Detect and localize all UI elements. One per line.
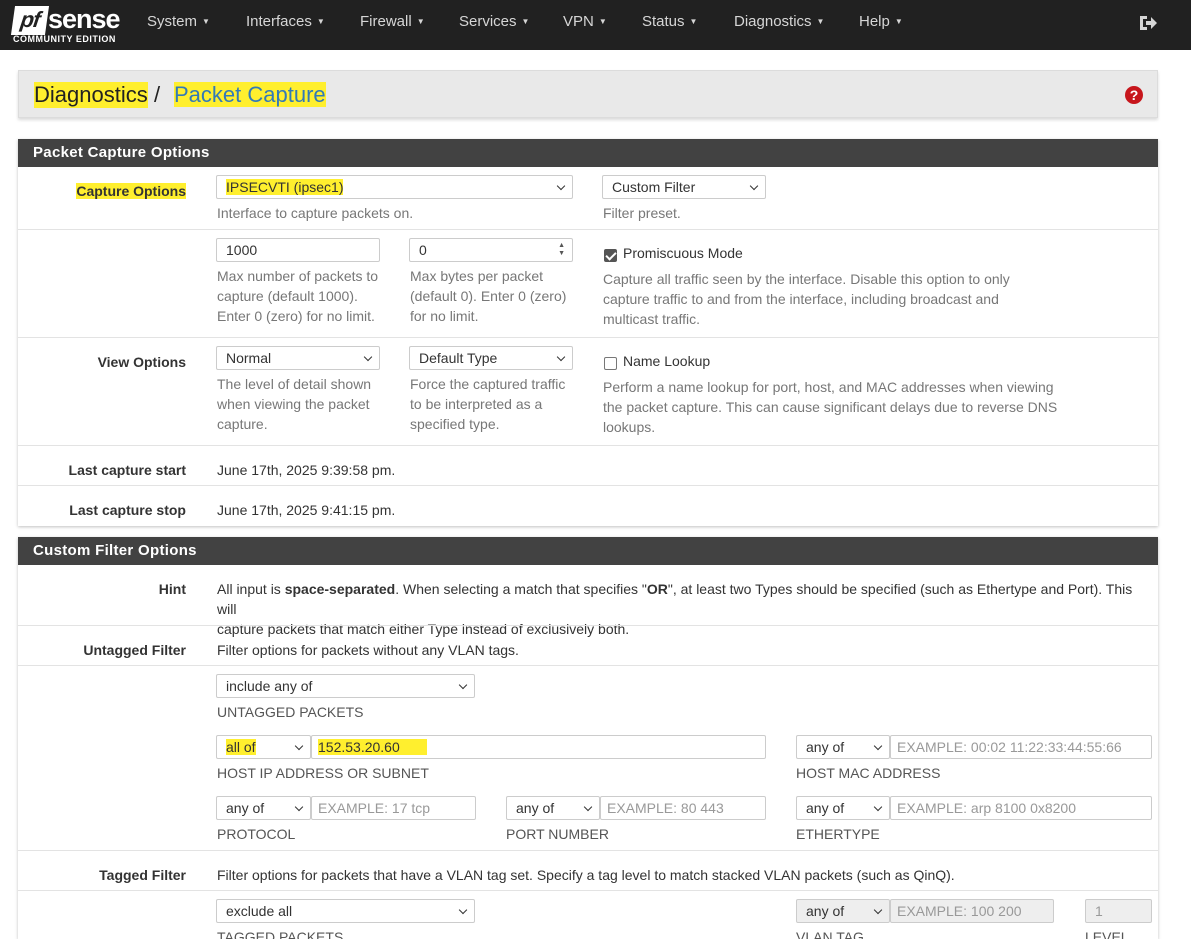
host-match-select[interactable]: all of (216, 735, 311, 759)
ethertype-input[interactable]: EXAMPLE: arp 8100 0x8200 (890, 796, 1152, 820)
ethertype-caption: ETHERTYPE (796, 826, 880, 842)
logo-edition: COMMUNITY EDITION (13, 34, 116, 44)
port-caption: PORT NUMBER (506, 826, 609, 842)
tagged-filter-row: Tagged Filter Filter options for packets… (18, 850, 1158, 890)
caret-down-icon: ▼ (416, 17, 425, 26)
nav-diagnostics[interactable]: Diagnostics ▼ (734, 0, 824, 50)
tagged-filter-help: Filter options for packets that have a V… (217, 867, 955, 883)
last-stop-value: June 17th, 2025 9:41:15 pm. (217, 502, 396, 518)
limits-row: 1000 Max number of packets to capture (d… (18, 229, 1158, 337)
mac-caption: HOST MAC ADDRESS (796, 765, 941, 781)
detail-level-select[interactable]: Normal (216, 346, 380, 370)
question-circle-icon[interactable]: ? (1125, 86, 1143, 104)
caret-down-icon: ▼ (598, 17, 607, 26)
interface-help: Interface to capture packets on. (217, 205, 414, 221)
name-lookup-help: Perform a name lookup for port, host, an… (603, 379, 1058, 435)
capture-options-row: Capture Options IPSECVTI (ipsec1) Interf… (18, 167, 1158, 229)
host-ip-caption: HOST IP ADDRESS OR SUBNET (217, 765, 429, 781)
detail-level-help: The level of detail shown when viewing t… (217, 376, 372, 432)
nav-system[interactable]: System ▼ (147, 0, 210, 50)
last-start-row: Last capture start June 17th, 2025 9:39:… (18, 445, 1158, 485)
protocol-caption: PROTOCOL (217, 826, 296, 842)
port-input[interactable]: EXAMPLE: 80 443 (600, 796, 766, 820)
untagged-caption: UNTAGGED PACKETS (217, 704, 364, 720)
breadcrumb: Diagnostics / Packet Capture ? (18, 70, 1158, 118)
caret-down-icon: ▼ (816, 17, 825, 26)
interface-select[interactable]: IPSECVTI (ipsec1) (216, 175, 573, 199)
nav-services[interactable]: Services ▼ (459, 0, 529, 50)
max-bytes-input[interactable]: 0 ▲ ▼ (409, 238, 573, 262)
untagged-filter-label: Untagged Filter (83, 642, 186, 658)
top-navbar: pf sense COMMUNITY EDITION System ▼ Inter… (0, 0, 1191, 50)
nav-firewall[interactable]: Firewall ▼ (360, 0, 425, 50)
nav-help[interactable]: Help ▼ (859, 0, 903, 50)
filter-preset-select[interactable]: Custom Filter (602, 175, 766, 199)
untagged-mode-select[interactable]: include any of (216, 674, 475, 698)
tagged-controls-row: exclude all TAGGED PACKETS any of EXAMPL… (18, 890, 1158, 939)
untagged-filter-help: Filter options for packets without any V… (217, 642, 519, 658)
caret-down-icon: ▼ (521, 17, 530, 26)
untagged-controls-row: include any of UNTAGGED PACKETS all of 1… (18, 665, 1158, 850)
vlan-tag-input[interactable]: EXAMPLE: 100 200 (890, 899, 1054, 923)
traffic-type-help: Force the captured traffic to be interpr… (410, 376, 566, 432)
page-title[interactable]: Packet Capture (174, 82, 326, 108)
vlan-level-input[interactable]: 1 (1085, 899, 1152, 923)
panel-title: Packet Capture Options (18, 139, 1158, 167)
caret-down-icon: ▼ (202, 17, 210, 26)
last-start-label: Last capture start (68, 462, 186, 478)
promiscuous-help: Capture all traffic seen by the interfac… (603, 271, 1010, 327)
logo-wordmark: sense (48, 4, 121, 34)
max-packets-help: Max number of packets to capture (defaul… (217, 268, 379, 324)
mac-address-input[interactable]: EXAMPLE: 00:02 11:22:33:44:55:66 (890, 735, 1152, 759)
mac-match-select[interactable]: any of (796, 735, 890, 759)
pfsense-logo[interactable]: pf sense COMMUNITY EDITION (10, 4, 123, 45)
view-options-row: View Options Normal The level of detail … (18, 337, 1158, 445)
breadcrumb-separator: / (154, 82, 161, 107)
protocol-match-select[interactable]: any of (216, 796, 311, 820)
port-match-select[interactable]: any of (506, 796, 600, 820)
max-bytes-help: Max bytes per packet (default 0). Enter … (410, 268, 567, 324)
hint-row: Hint All input is space-separated. When … (18, 565, 1158, 637)
name-lookup-checkbox[interactable] (604, 357, 617, 370)
traffic-type-select[interactable]: Default Type (409, 346, 573, 370)
last-stop-row: Last capture stop June 17th, 2025 9:41:1… (18, 485, 1158, 526)
ethertype-match-select[interactable]: any of (796, 796, 890, 820)
filter-preset-help: Filter preset. (603, 205, 681, 221)
vlan-match-select[interactable]: any of (796, 899, 890, 923)
caret-down-icon: ▼ (894, 17, 903, 26)
tagged-mode-select[interactable]: exclude all (216, 899, 475, 923)
tagged-filter-label: Tagged Filter (99, 867, 186, 883)
max-packets-input[interactable]: 1000 (216, 238, 380, 262)
vlan-tag-caption: VLAN TAG (796, 929, 864, 939)
promiscuous-checkbox[interactable] (604, 249, 617, 262)
vlan-level-caption: LEVEL (1085, 929, 1129, 939)
sign-out-icon[interactable] (1138, 13, 1158, 33)
view-options-label: View Options (97, 354, 186, 370)
panel-title: Custom Filter Options (18, 537, 1158, 565)
name-lookup-label: Name Lookup (623, 353, 711, 369)
caret-down-icon: ▼ (316, 17, 325, 26)
untagged-filter-row: Untagged Filter Filter options for packe… (18, 625, 1158, 665)
tagged-caption: TAGGED PACKETS (217, 929, 344, 939)
logo-pf-mark: pf (10, 6, 50, 35)
breadcrumb-diagnostics-link[interactable]: Diagnostics (34, 82, 148, 108)
last-start-value: June 17th, 2025 9:39:58 pm. (217, 462, 396, 478)
packet-capture-options-panel: Packet Capture Options Capture Options I… (18, 139, 1158, 526)
hint-label: Hint (158, 581, 186, 597)
custom-filter-options-panel: Custom Filter Options Hint All input is … (18, 537, 1158, 939)
nav-interfaces[interactable]: Interfaces ▼ (246, 0, 325, 50)
caret-down-icon: ▼ (689, 17, 698, 26)
capture-options-label: Capture Options (76, 183, 186, 199)
host-ip-input[interactable]: 152.53.20.60 (311, 735, 766, 759)
nav-status[interactable]: Status ▼ (642, 0, 697, 50)
promiscuous-label: Promiscuous Mode (623, 245, 743, 261)
spinner-arrows-icon[interactable]: ▲ ▼ (558, 242, 565, 258)
protocol-input[interactable]: EXAMPLE: 17 tcp (311, 796, 476, 820)
nav-vpn[interactable]: VPN ▼ (563, 0, 607, 50)
last-stop-label: Last capture stop (69, 502, 186, 518)
